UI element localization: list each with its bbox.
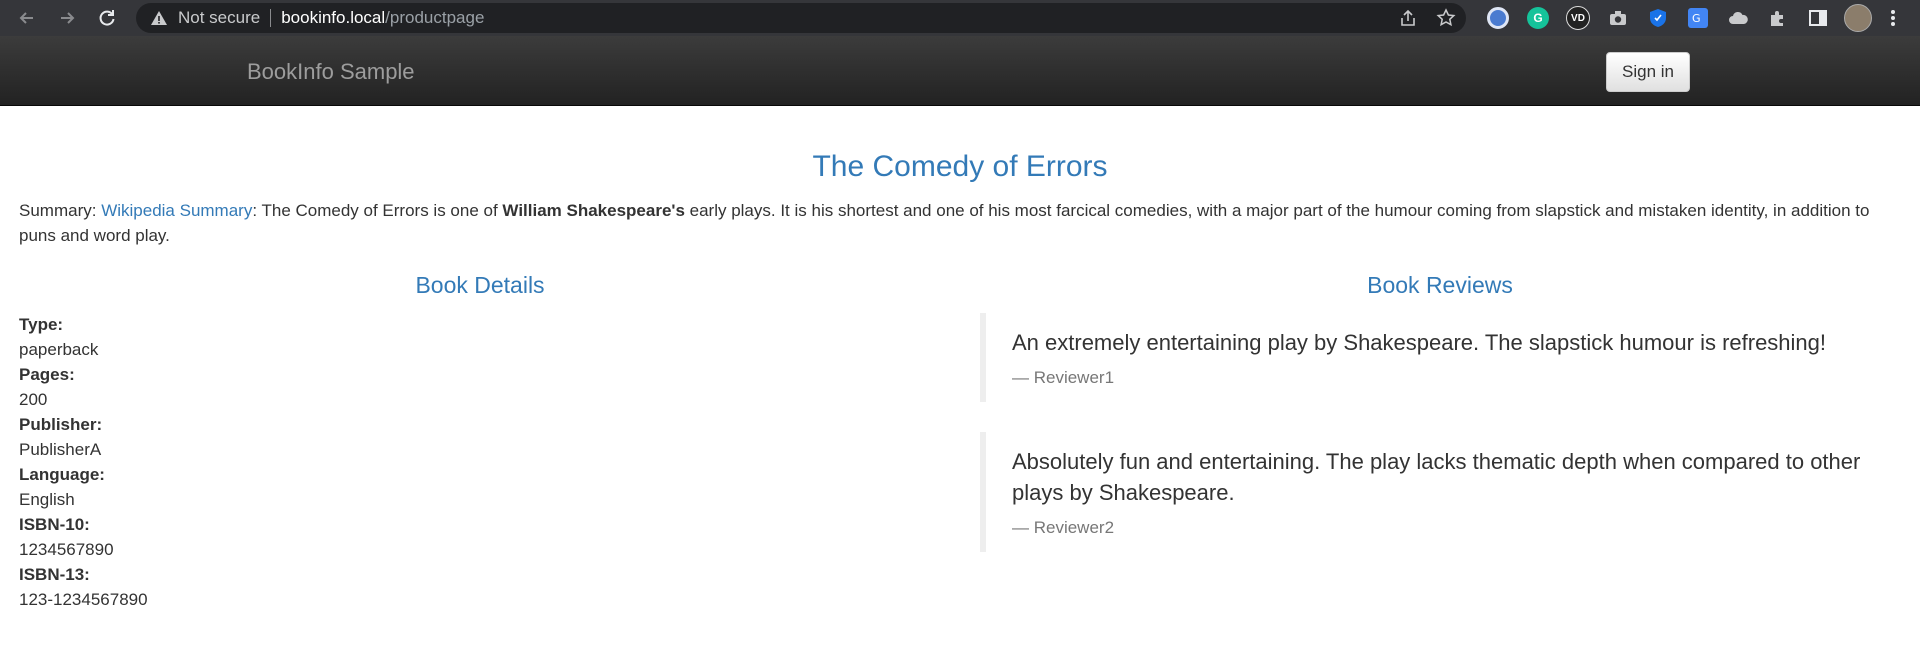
detail-label-isbn10: ISBN-10:	[19, 515, 90, 534]
detail-value-isbn10: 1234567890	[19, 540, 114, 559]
forward-button[interactable]	[52, 3, 82, 33]
shield-extension-icon[interactable]	[1638, 3, 1678, 33]
detail-label-pages: Pages:	[19, 365, 75, 384]
book-title: The Comedy of Errors	[812, 150, 1108, 183]
url-host: bookinfo.local	[281, 8, 386, 27]
cloud-extension-icon[interactable]	[1718, 3, 1758, 33]
book-details-list: Type: paperback Pages: 200 Publisher: Pu…	[19, 312, 148, 612]
book-details-heading: Book Details	[415, 272, 545, 298]
extensions-area: G VD G	[1478, 3, 1908, 33]
detail-label-publisher: Publisher:	[19, 415, 103, 434]
address-bar[interactable]: Not secure bookinfo.local/productpage	[136, 3, 1466, 33]
book-summary: Summary: Wikipedia Summary: The Comedy o…	[19, 198, 1899, 248]
profile-avatar[interactable]	[1838, 3, 1878, 33]
detail-label-isbn13: ISBN-13:	[19, 565, 90, 584]
svg-text:G: G	[1692, 12, 1701, 25]
omnibox-divider	[270, 9, 272, 27]
translate-icon[interactable]: G	[1678, 3, 1718, 33]
more-menu-icon[interactable]	[1878, 3, 1908, 33]
vidiq-icon[interactable]: VD	[1558, 3, 1598, 33]
book-reviews-heading: Book Reviews	[1367, 272, 1513, 298]
summary-prefix: Summary:	[19, 201, 102, 220]
detail-value-publisher: PublisherA	[19, 440, 102, 459]
side-panel-icon[interactable]	[1798, 3, 1838, 33]
detail-label-type: Type:	[19, 315, 64, 334]
review-block: Absolutely fun and entertaining. The pla…	[980, 432, 1892, 552]
reload-icon	[99, 10, 115, 26]
brand-link[interactable]: BookInfo Sample	[247, 59, 415, 85]
reload-button[interactable]	[92, 3, 122, 33]
detail-value-isbn13: 123-1234567890	[19, 590, 148, 609]
detail-label-language: Language:	[19, 465, 105, 484]
warning-icon[interactable]	[150, 9, 168, 27]
review-text: Absolutely fun and entertaining. The pla…	[1012, 449, 1861, 505]
summary-author: William Shakespeare's	[502, 201, 685, 220]
puzzle-icon[interactable]	[1758, 3, 1798, 33]
detail-value-language: English	[19, 490, 75, 509]
url-path: /productpage	[385, 8, 485, 27]
summary-text: : The Comedy of Errors is one of	[252, 201, 503, 220]
review-text: An extremely entertaining play by Shakes…	[1012, 330, 1827, 355]
browser-toolbar: Not secure bookinfo.local/productpage G …	[0, 0, 1920, 36]
forward-arrow-icon	[61, 12, 75, 24]
camera-icon[interactable]	[1598, 3, 1638, 33]
wikipedia-summary-link[interactable]: Wikipedia Summary	[101, 201, 252, 220]
detail-value-pages: 200	[19, 390, 48, 409]
back-button[interactable]	[12, 3, 42, 33]
detail-value-type: paperback	[19, 340, 99, 359]
sign-in-button[interactable]: Sign in	[1606, 52, 1690, 92]
bookmark-star-icon[interactable]	[1436, 8, 1456, 28]
not-secure-label[interactable]: Not secure	[178, 8, 260, 28]
back-arrow-icon	[19, 12, 33, 24]
grammarly-icon[interactable]: G	[1518, 3, 1558, 33]
share-icon[interactable]	[1398, 8, 1418, 28]
review-block: An extremely entertaining play by Shakes…	[980, 313, 1892, 402]
app-navbar: BookInfo Sample Sign in	[0, 36, 1920, 106]
extension-1-icon[interactable]	[1478, 3, 1518, 33]
reviewer-name: — Reviewer2	[1012, 518, 1115, 537]
reviewer-name: — Reviewer1	[1012, 368, 1115, 387]
